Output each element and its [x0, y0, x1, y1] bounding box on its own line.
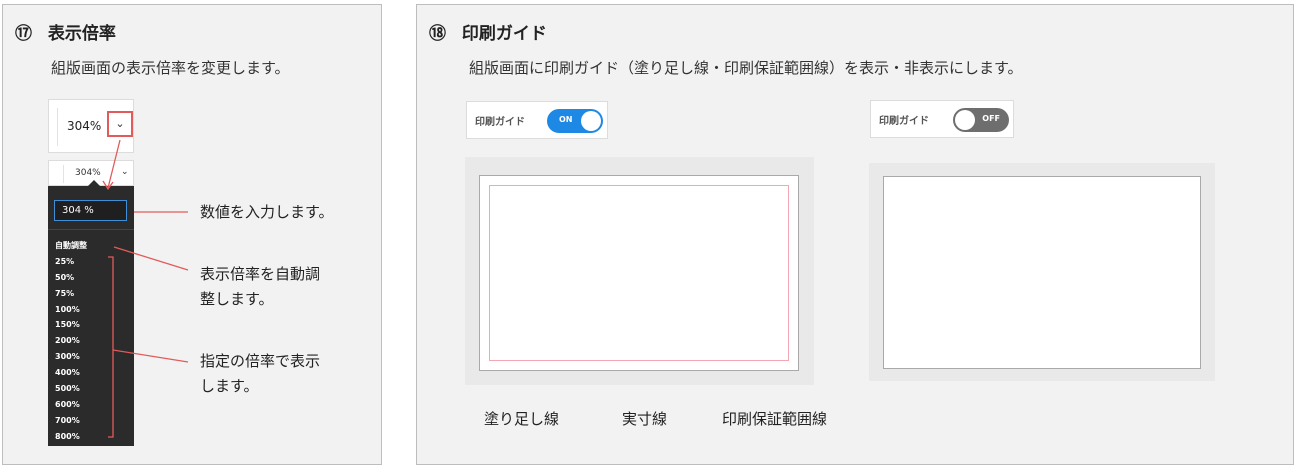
print-guide-switch-on[interactable]: ON [547, 109, 603, 133]
safe-area-line-label: 印刷保証範囲線 [722, 410, 828, 428]
toggle-label: 印刷ガイド [475, 117, 525, 128]
divider [48, 229, 134, 230]
print-safe-area [489, 185, 789, 361]
chevron-down-icon: ⌄ [121, 167, 129, 177]
zoom-option[interactable]: 300% [48, 349, 87, 365]
toggle-knob-icon [955, 110, 975, 130]
switch-state-text: OFF [982, 114, 1000, 123]
zoom-options-list: 自動調整 25% 50% 75% 100% 150% 200% 300% 400… [48, 238, 87, 445]
zoom-section-description: 組版画面の表示倍率を変更します。 [51, 59, 290, 77]
layout-canvas-without-guides [869, 163, 1215, 381]
section-number: ⑱ [429, 24, 446, 44]
divider [57, 108, 58, 146]
zoom-option[interactable]: 50% [48, 270, 87, 286]
toggle-label: 印刷ガイド [879, 116, 929, 127]
callout-line: します。 [200, 377, 259, 395]
print-guide-switch-off[interactable]: OFF [953, 108, 1009, 132]
section-title: 印刷ガイド [461, 24, 547, 44]
divider [63, 165, 64, 183]
print-guide-toggle-on: 印刷ガイド ON [466, 101, 608, 139]
trim-page [883, 176, 1201, 369]
callout-line: 整します。 [200, 290, 274, 308]
print-guide-toggle-off: 印刷ガイド OFF [870, 100, 1014, 138]
zoom-option[interactable]: 500% [48, 381, 87, 397]
callout-line: 表示倍率を自動調 [200, 265, 321, 283]
bleed-line-label: 塗り足し線 [484, 410, 560, 428]
zoom-input[interactable] [54, 200, 127, 221]
callout-preset-text: 指定の倍率で表示 します。 [200, 349, 320, 399]
zoom-dropdown-button[interactable]: ⌄ [107, 111, 133, 137]
zoom-option[interactable]: 800% [48, 429, 87, 445]
zoom-control: 304% ⌄ [48, 99, 134, 153]
callout-line: 指定の倍率で表示 [200, 352, 321, 370]
zoom-option[interactable]: 25% [48, 254, 87, 270]
print-guide-section-description: 組版画面に印刷ガイド（塗り足し線・印刷保証範囲線）を表示・非表示にします。 [469, 59, 1023, 77]
layout-canvas-with-guides [465, 157, 814, 385]
toggle-knob-icon [581, 111, 601, 131]
zoom-dropdown-menu: 自動調整 25% 50% 75% 100% 150% 200% 300% 400… [48, 180, 134, 446]
zoom-option[interactable]: 100% [48, 302, 87, 318]
zoom-option[interactable]: 75% [48, 286, 87, 302]
section-title: 表示倍率 [47, 24, 116, 44]
switch-state-text: ON [559, 115, 573, 124]
zoom-option[interactable]: 400% [48, 365, 87, 381]
trim-page [479, 175, 799, 371]
dropdown-notch [88, 180, 100, 186]
zoom-option[interactable]: 600% [48, 397, 87, 413]
zoom-option[interactable]: 200% [48, 333, 87, 349]
section-number: ⑰ [15, 24, 32, 44]
chevron-down-icon: ⌄ [115, 117, 125, 130]
zoom-option[interactable]: 150% [48, 317, 87, 333]
zoom-option[interactable]: 700% [48, 413, 87, 429]
trim-line-label: 実寸線 [622, 410, 668, 428]
callout-auto-text: 表示倍率を自動調 整します。 [200, 262, 320, 312]
callout-input-text: 数値を入力します。 [200, 203, 334, 221]
zoom-value-small: 304% [75, 168, 101, 178]
zoom-section-title: ⑰ 表示倍率 [15, 19, 116, 44]
print-guide-section-title: ⑱ 印刷ガイド [429, 19, 547, 44]
zoom-option-auto[interactable]: 自動調整 [48, 238, 87, 254]
zoom-value: 304% [67, 119, 102, 133]
